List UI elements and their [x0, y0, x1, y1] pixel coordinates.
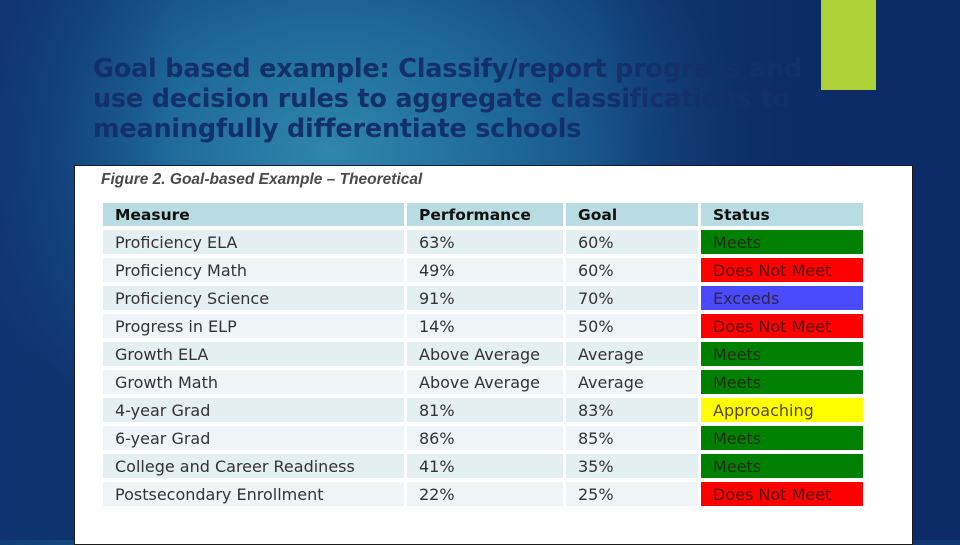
status-label: Meets: [713, 428, 762, 448]
status-cell: Meets: [701, 342, 863, 366]
status-label: Does Not Meet: [713, 484, 832, 504]
measure-cell: College and Career Readiness: [103, 454, 404, 478]
status-label: Meets: [713, 372, 762, 392]
table-header-row: Measure Performance Goal Status: [103, 203, 863, 226]
status-label: Approaching: [713, 400, 814, 420]
goal-cell: 83%: [566, 398, 698, 422]
measure-cell: Progress in ELP: [103, 314, 404, 338]
status-label: Meets: [713, 232, 762, 252]
status-label: Meets: [713, 344, 762, 364]
performance-cell: Above Average: [407, 342, 563, 366]
status-label: Does Not Meet: [713, 316, 832, 336]
table-row: College and Career Readiness 41% 35% Meets: [103, 454, 863, 478]
status-cell: Meets: [701, 370, 863, 394]
status-cell: Approaching: [701, 398, 863, 422]
status-cell: Does Not Meet: [701, 314, 863, 338]
status-cell: Exceeds: [701, 286, 863, 310]
performance-cell: 63%: [407, 230, 563, 254]
performance-cell: 81%: [407, 398, 563, 422]
performance-cell: 22%: [407, 482, 563, 506]
goal-cell: 85%: [566, 426, 698, 450]
table-body: Proficiency ELA 63% 60% Meets Proficiency Ma…: [103, 230, 863, 506]
status-label: Does Not Meet: [713, 260, 832, 280]
performance-cell: Above Average: [407, 370, 563, 394]
measure-cell: Postsecondary Enrollment: [103, 482, 404, 506]
column-header-measure: Measure: [103, 203, 404, 226]
table-row: Postsecondary Enrollment 22% 25% Does Not M…: [103, 482, 863, 506]
table-row: Growth Math Above Average Average Meets: [103, 370, 863, 394]
table-row: Proficiency Science 91% 70% Exceeds: [103, 286, 863, 310]
status-cell: Meets: [701, 230, 863, 254]
status-cell: Does Not Meet: [701, 258, 863, 282]
status-cell: Does Not Meet: [701, 482, 863, 506]
goal-cell: Average: [566, 342, 698, 366]
goal-cell: 35%: [566, 454, 698, 478]
status-label: Meets: [713, 456, 762, 476]
goal-cell: 60%: [566, 258, 698, 282]
figure-panel: Figure 2. Goal-based Example – Theoretic…: [74, 165, 913, 545]
performance-cell: 14%: [407, 314, 563, 338]
table-row: 4-year Grad 81% 83% Approaching: [103, 398, 863, 422]
measure-cell: 6-year Grad: [103, 426, 404, 450]
measure-cell: Proficiency ELA: [103, 230, 404, 254]
goal-cell: Average: [566, 370, 698, 394]
performance-cell: 49%: [407, 258, 563, 282]
performance-cell: 86%: [407, 426, 563, 450]
measure-cell: Proficiency Math: [103, 258, 404, 282]
performance-cell: 91%: [407, 286, 563, 310]
figure-caption: Figure 2. Goal-based Example – Theoretic…: [101, 171, 423, 188]
measure-cell: Growth Math: [103, 370, 404, 394]
status-cell: Meets: [701, 454, 863, 478]
table-row: Progress in ELP 14% 50% Does Not Meet: [103, 314, 863, 338]
goal-cell: 50%: [566, 314, 698, 338]
performance-cell: 41%: [407, 454, 563, 478]
goal-table: Measure Performance Goal Status Proficie…: [100, 199, 866, 510]
column-header-status: Status: [701, 203, 863, 226]
status-cell: Meets: [701, 426, 863, 450]
status-label: Exceeds: [713, 288, 780, 308]
measure-cell: Growth ELA: [103, 342, 404, 366]
measure-cell: 4-year Grad: [103, 398, 404, 422]
column-header-goal: Goal: [566, 203, 698, 226]
goal-cell: 25%: [566, 482, 698, 506]
table-row: Proficiency ELA 63% 60% Meets: [103, 230, 863, 254]
slide-title: Goal based example: Classify/report prog…: [93, 54, 803, 144]
goal-cell: 60%: [566, 230, 698, 254]
table-row: Growth ELA Above Average Average Meets: [103, 342, 863, 366]
measure-cell: Proficiency Science: [103, 286, 404, 310]
table-row: 6-year Grad 86% 85% Meets: [103, 426, 863, 450]
goal-cell: 70%: [566, 286, 698, 310]
table-row: Proficiency Math 49% 60% Does Not Meet: [103, 258, 863, 282]
column-header-performance: Performance: [407, 203, 563, 226]
